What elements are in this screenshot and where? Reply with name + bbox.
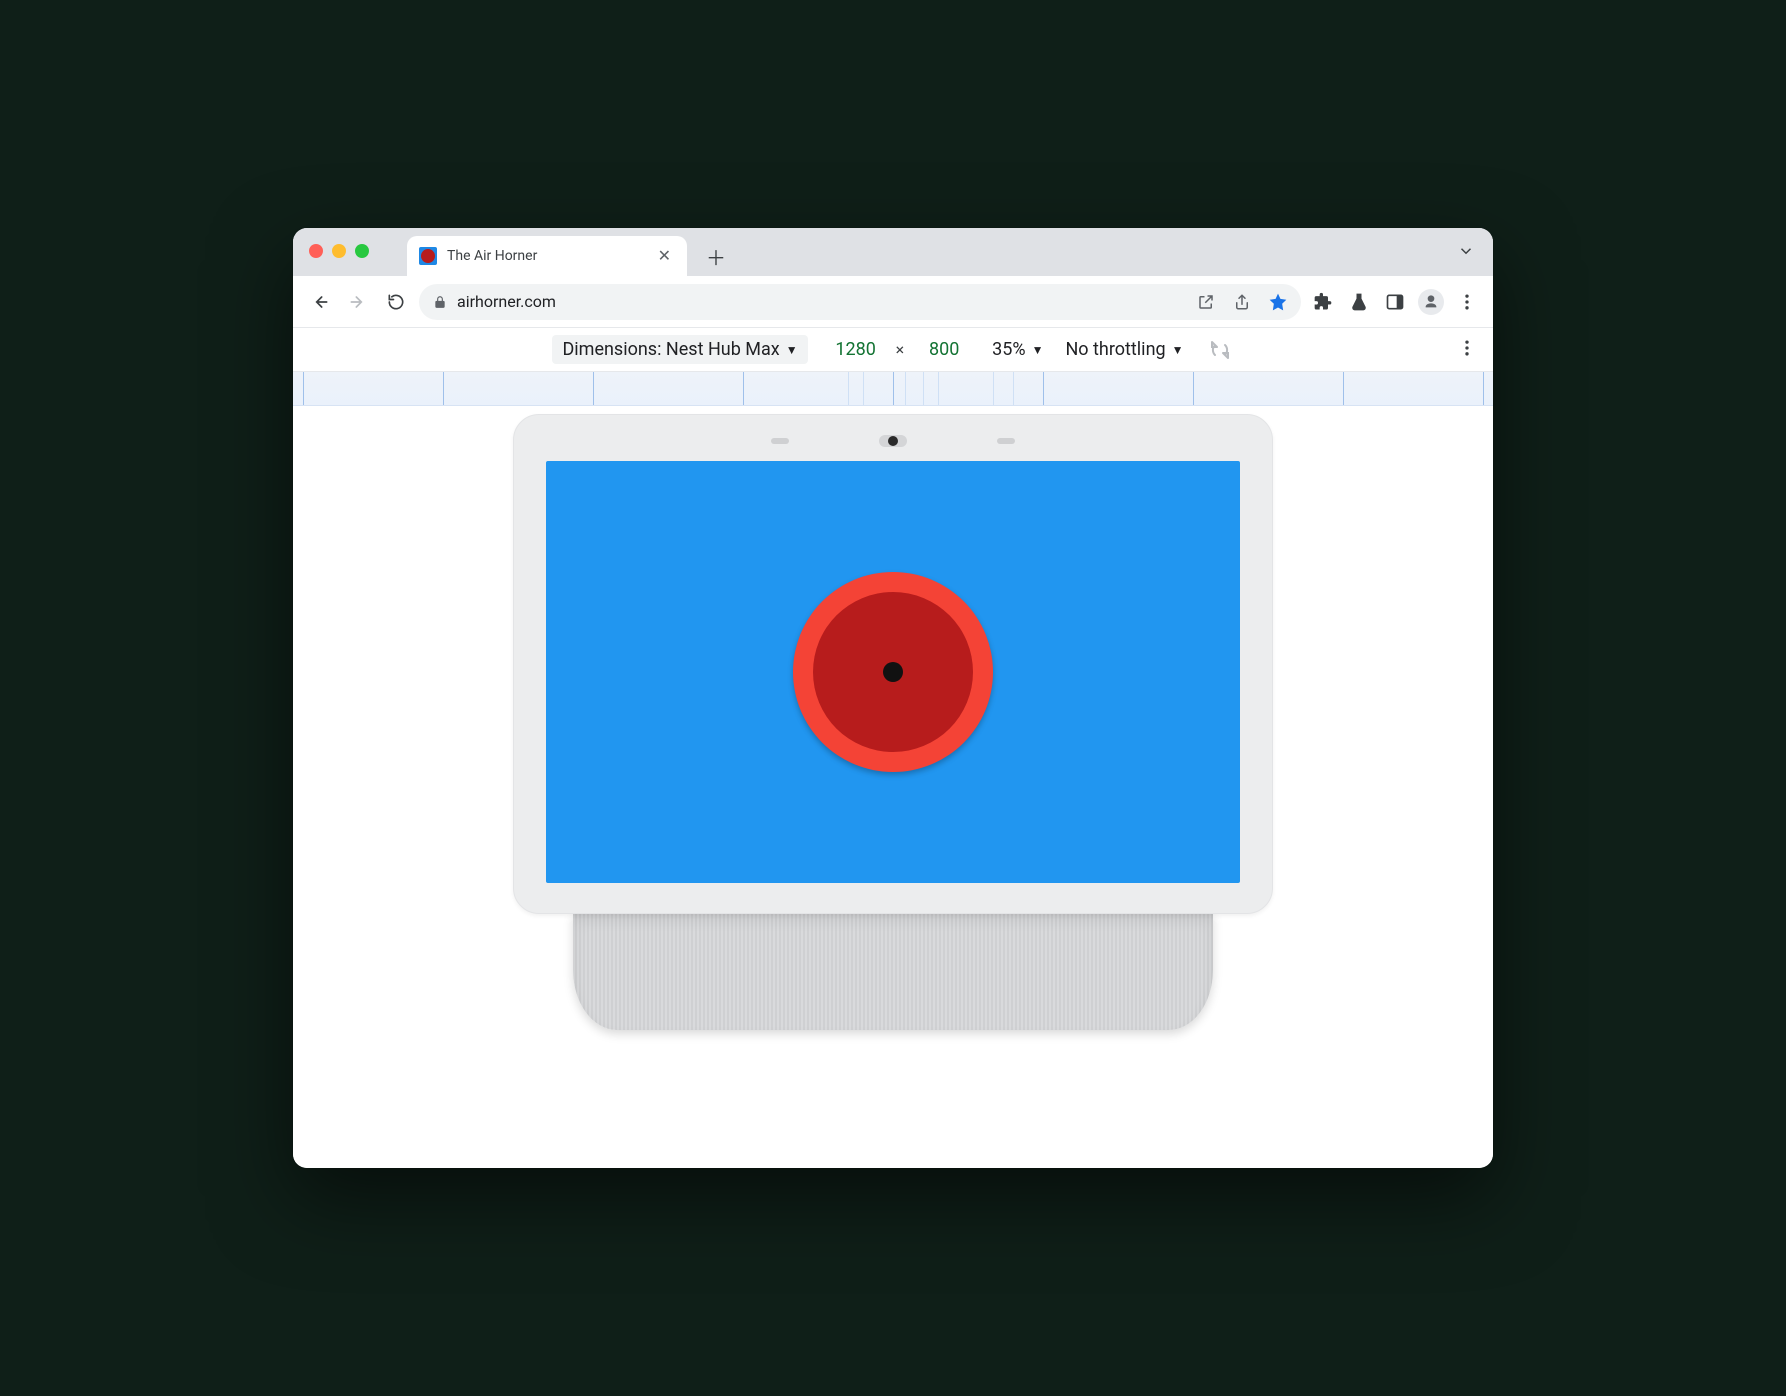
favicon-icon	[419, 247, 437, 265]
tab-title: The Air Horner	[447, 248, 644, 264]
device-frame-bezel	[513, 414, 1273, 914]
ruler-tick	[1193, 372, 1194, 405]
ruler-tick-minor	[905, 372, 906, 405]
browser-window: The Air Horner ✕ ＋ airhorner.com	[293, 228, 1493, 1168]
ruler-tick-minor	[938, 372, 939, 405]
ruler-tick	[743, 372, 744, 405]
caret-down-icon: ▼	[786, 343, 798, 357]
ruler-tick	[1343, 372, 1344, 405]
height-input[interactable]: 800	[918, 339, 970, 360]
reload-button[interactable]	[381, 287, 411, 317]
extensions-button[interactable]	[1309, 288, 1337, 316]
dimensions-select[interactable]: Dimensions: Nest Hub Max ▼	[552, 335, 807, 364]
ruler-tick	[303, 372, 304, 405]
device-toolbar-menu[interactable]	[1457, 338, 1477, 358]
sensor-icon	[997, 438, 1015, 444]
device-frame-nesthub	[513, 414, 1273, 1030]
throttling-select[interactable]: No throttling ▼	[1065, 339, 1183, 360]
device-toolbar: Dimensions: Nest Hub Max ▼ 1280 × 800 35…	[293, 328, 1493, 372]
browser-menu-button[interactable]	[1453, 288, 1481, 316]
browser-tab[interactable]: The Air Horner ✕	[407, 236, 687, 276]
tab-search-button[interactable]	[1457, 242, 1475, 260]
sidepanel-button[interactable]	[1381, 288, 1409, 316]
dimensions-readout: 1280 × 800	[830, 339, 971, 360]
close-tab-button[interactable]: ✕	[654, 246, 675, 266]
window-minimize-button[interactable]	[332, 244, 346, 258]
lock-icon	[433, 295, 447, 309]
window-controls	[309, 244, 369, 258]
camera-icon	[879, 435, 907, 447]
device-sensors	[514, 435, 1272, 447]
caret-down-icon: ▼	[1172, 343, 1184, 357]
sensor-icon	[771, 438, 789, 444]
window-close-button[interactable]	[309, 244, 323, 258]
caret-down-icon: ▼	[1032, 343, 1044, 357]
rotate-button[interactable]	[1206, 336, 1234, 364]
ruler-tick-minor	[863, 372, 864, 405]
chevron-down-icon	[1457, 242, 1475, 260]
page-content[interactable]	[546, 461, 1240, 883]
device-viewport	[293, 406, 1493, 1168]
titlebar: The Air Horner ✕ ＋	[293, 228, 1493, 276]
times-icon: ×	[896, 340, 905, 359]
arrow-right-icon	[348, 292, 368, 312]
bookmark-star-icon[interactable]	[1265, 289, 1291, 315]
panel-icon	[1385, 292, 1405, 312]
airhorn-button[interactable]	[793, 572, 993, 772]
ruler-tick	[443, 372, 444, 405]
kebab-icon	[1457, 292, 1477, 312]
window-zoom-button[interactable]	[355, 244, 369, 258]
avatar-icon	[1418, 289, 1444, 315]
airhorn-center	[883, 662, 903, 682]
ruler-tick-minor	[923, 372, 924, 405]
dimensions-label: Dimensions: Nest Hub Max	[562, 339, 779, 360]
puzzle-icon	[1313, 292, 1333, 312]
ruler-tick-minor	[1013, 372, 1014, 405]
flask-icon	[1349, 292, 1369, 312]
ruler[interactable]	[293, 372, 1493, 406]
airhorn-inner	[813, 592, 973, 752]
ruler-tick	[1483, 372, 1484, 405]
reload-icon	[386, 292, 406, 312]
new-tab-button[interactable]: ＋	[699, 239, 733, 273]
url-text: airhorner.com	[457, 292, 1183, 311]
ruler-tick-minor	[848, 372, 849, 405]
share-icon[interactable]	[1229, 289, 1255, 315]
ruler-tick	[593, 372, 594, 405]
device-frame-base	[573, 912, 1213, 1030]
address-bar[interactable]: airhorner.com	[419, 284, 1301, 320]
ruler-tick	[893, 372, 894, 405]
open-external-icon[interactable]	[1193, 289, 1219, 315]
zoom-select[interactable]: 35% ▼	[992, 339, 1043, 360]
kebab-icon	[1457, 338, 1477, 358]
ruler-tick-minor	[993, 372, 994, 405]
ruler-tick	[1043, 372, 1044, 405]
zoom-value: 35%	[992, 339, 1025, 360]
forward-button[interactable]	[343, 287, 373, 317]
profile-button[interactable]	[1417, 288, 1445, 316]
labs-button[interactable]	[1345, 288, 1373, 316]
throttling-value: No throttling	[1065, 339, 1165, 360]
rotate-icon	[1208, 338, 1232, 362]
back-button[interactable]	[305, 287, 335, 317]
arrow-left-icon	[310, 292, 330, 312]
tab-strip: The Air Horner ✕ ＋	[407, 228, 733, 276]
browser-toolbar: airhorner.com	[293, 276, 1493, 328]
width-input[interactable]: 1280	[830, 339, 882, 360]
